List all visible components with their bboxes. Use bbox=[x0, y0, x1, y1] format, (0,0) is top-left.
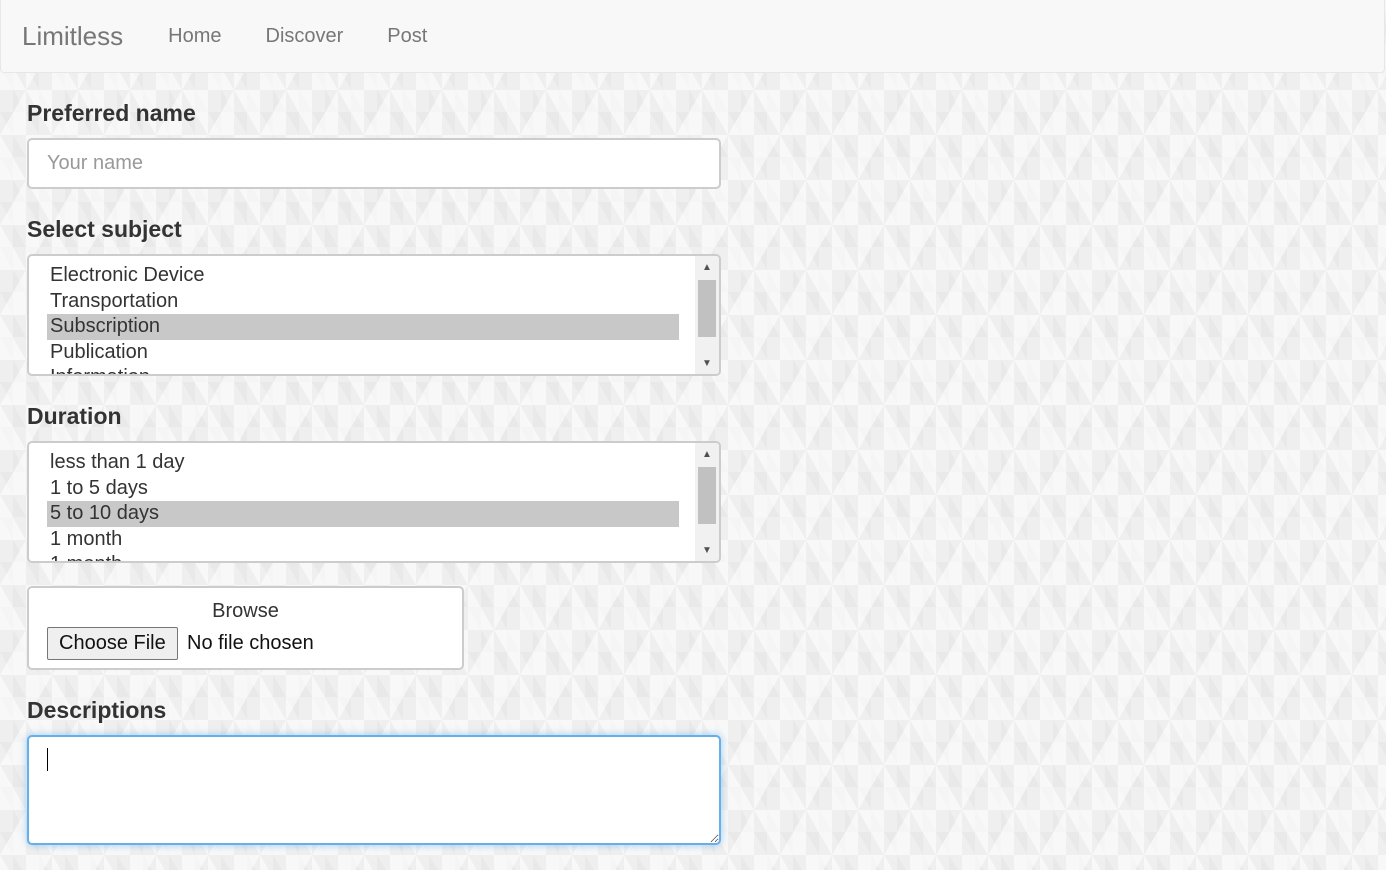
file-status-text: No file chosen bbox=[187, 632, 314, 654]
descriptions-wrapper bbox=[27, 735, 721, 845]
subject-option[interactable]: Transportation bbox=[47, 289, 679, 315]
choose-file-button[interactable]: Choose File bbox=[47, 627, 178, 660]
duration-scrollbar[interactable]: ▲ ▼ bbox=[695, 443, 719, 561]
duration-options: less than 1 day 1 to 5 days 5 to 10 days… bbox=[47, 450, 679, 561]
scroll-up-arrow-icon[interactable]: ▲ bbox=[695, 445, 719, 463]
preferred-name-input[interactable] bbox=[27, 138, 721, 189]
descriptions-label: Descriptions bbox=[27, 697, 167, 723]
subject-options: Electronic Device Transportation Subscri… bbox=[47, 263, 679, 374]
scroll-up-arrow-icon[interactable]: ▲ bbox=[695, 258, 719, 276]
navbar: Limitless Home Discover Post bbox=[0, 0, 1385, 73]
subject-option-selected[interactable]: Subscription bbox=[47, 314, 679, 340]
descriptions-textarea[interactable] bbox=[27, 735, 721, 845]
duration-option-selected[interactable]: 5 to 10 days bbox=[47, 501, 679, 527]
scroll-down-arrow-icon[interactable]: ▼ bbox=[695, 354, 719, 372]
subject-option[interactable]: Publication bbox=[47, 340, 679, 366]
nav-link-home[interactable]: Home bbox=[146, 25, 243, 48]
select-subject-label: Select subject bbox=[27, 216, 182, 242]
scrollbar-thumb[interactable] bbox=[698, 280, 716, 337]
duration-listbox[interactable]: less than 1 day 1 to 5 days 5 to 10 days… bbox=[27, 441, 721, 563]
subject-scrollbar[interactable]: ▲ ▼ bbox=[695, 256, 719, 374]
duration-option[interactable]: less than 1 day bbox=[47, 450, 679, 476]
scrollbar-thumb[interactable] bbox=[698, 467, 716, 524]
scroll-down-arrow-icon[interactable]: ▼ bbox=[695, 541, 719, 559]
nav-link-post[interactable]: Post bbox=[365, 25, 449, 48]
browse-label: Browse bbox=[212, 600, 279, 622]
subject-listbox[interactable]: Electronic Device Transportation Subscri… bbox=[27, 254, 721, 376]
duration-option[interactable]: 1 month bbox=[47, 527, 679, 553]
duration-label: Duration bbox=[27, 403, 122, 429]
text-cursor bbox=[47, 748, 48, 771]
brand-link[interactable]: Limitless bbox=[22, 21, 123, 52]
preferred-name-label: Preferred name bbox=[27, 100, 196, 126]
duration-option[interactable]: 1 month bbox=[47, 552, 679, 561]
subject-option[interactable]: Electronic Device bbox=[47, 263, 679, 289]
nav-link-discover[interactable]: Discover bbox=[244, 25, 366, 48]
duration-option[interactable]: 1 to 5 days bbox=[47, 476, 679, 502]
post-form: Preferred name Select subject Electronic… bbox=[27, 100, 721, 845]
file-upload-box: Browse Choose File No file chosen bbox=[27, 586, 464, 670]
subject-option[interactable]: Information bbox=[47, 365, 679, 374]
